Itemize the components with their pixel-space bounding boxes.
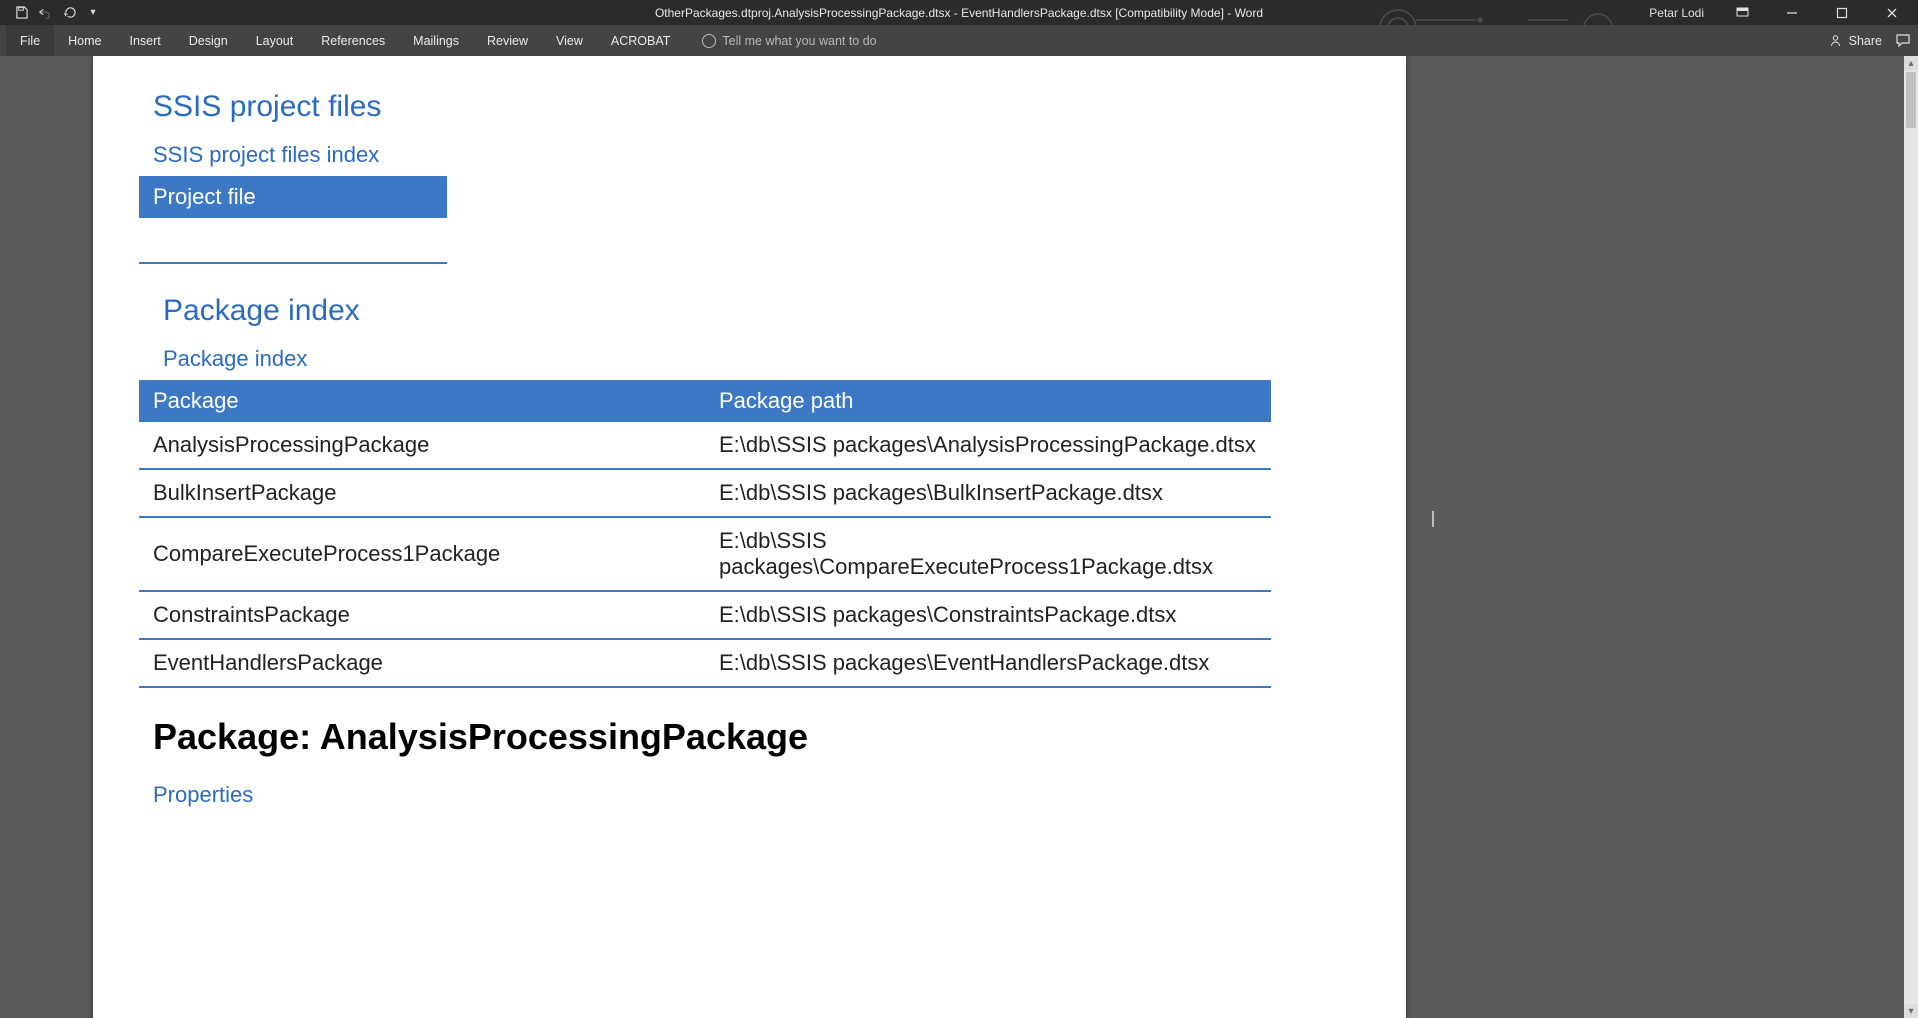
- cell-package-name: CompareExecuteProcess1Package: [139, 517, 705, 591]
- cell-package-path: E:\db\SSIS packages\BulkInsertPackage.dt…: [705, 469, 1271, 517]
- comments-icon[interactable]: [1896, 34, 1910, 48]
- cell-package-name: BulkInsertPackage: [139, 469, 705, 517]
- project-file-header-cell: Project file: [139, 176, 447, 218]
- cell-package-path: E:\db\SSIS packages\ConstraintsPackage.d…: [705, 591, 1271, 639]
- cell-package-name: AnalysisProcessingPackage: [139, 422, 705, 469]
- tab-design[interactable]: Design: [175, 25, 242, 56]
- heading-ssis-project-files: SSIS project files: [153, 90, 1382, 124]
- minimize-icon[interactable]: [1774, 0, 1810, 25]
- table-row: CompareExecuteProcess1Package E:\db\SSIS…: [139, 517, 1271, 591]
- tab-review[interactable]: Review: [473, 25, 542, 56]
- section-divider: [139, 262, 447, 264]
- quick-access-toolbar: ▾: [0, 6, 100, 20]
- tab-references[interactable]: References: [307, 25, 399, 56]
- th-package-path: Package path: [705, 380, 1271, 422]
- project-file-table: Project file: [139, 176, 447, 218]
- table-row: BulkInsertPackage E:\db\SSIS packages\Bu…: [139, 469, 1271, 517]
- lightbulb-icon: [702, 34, 716, 48]
- titlebar: ▾ OtherPackages.dtproj.AnalysisProcessin…: [0, 0, 1918, 25]
- heading-package-index-sub: Package index: [163, 346, 1392, 372]
- heading-package-detail: Package: AnalysisProcessingPackage: [107, 716, 1392, 758]
- heading-ssis-project-files-index: SSIS project files index: [153, 142, 1382, 168]
- tab-layout[interactable]: Layout: [242, 25, 308, 56]
- table-row: ConstraintsPackage E:\db\SSIS packages\C…: [139, 591, 1271, 639]
- share-icon: [1829, 34, 1843, 48]
- tell-me-search[interactable]: Tell me what you want to do: [702, 34, 876, 48]
- tab-file[interactable]: File: [6, 25, 54, 56]
- ribbon-display-options-icon[interactable]: [1724, 0, 1760, 25]
- cell-package-path: E:\db\SSIS packages\EventHandlersPackage…: [705, 639, 1271, 687]
- close-icon[interactable]: [1874, 0, 1910, 25]
- th-package: Package: [139, 380, 705, 422]
- scroll-down-icon[interactable]: ▾: [1904, 1004, 1918, 1018]
- table-row: AnalysisProcessingPackage E:\db\SSIS pac…: [139, 422, 1271, 469]
- scrollbar-thumb[interactable]: [1906, 72, 1916, 128]
- document-viewport[interactable]: SSIS project files SSIS project files in…: [0, 56, 1904, 1018]
- table-row: EventHandlersPackage E:\db\SSIS packages…: [139, 639, 1271, 687]
- tab-view[interactable]: View: [542, 25, 597, 56]
- account-user[interactable]: Petar Lodi: [1649, 6, 1710, 20]
- text-cursor: [1432, 511, 1434, 527]
- cell-package-name: EventHandlersPackage: [139, 639, 705, 687]
- maximize-icon[interactable]: [1824, 0, 1860, 25]
- tab-home[interactable]: Home: [54, 25, 115, 56]
- tell-me-placeholder: Tell me what you want to do: [722, 34, 876, 48]
- heading-package-index: Package index: [163, 294, 1392, 328]
- vertical-scrollbar[interactable]: ▴ ▾: [1904, 56, 1918, 1018]
- window-title: OtherPackages.dtproj.AnalysisProcessingP…: [0, 6, 1918, 20]
- heading-properties: Properties: [107, 782, 1392, 808]
- cell-package-path: E:\db\SSIS packages\AnalysisProcessingPa…: [705, 422, 1271, 469]
- tab-mailings[interactable]: Mailings: [399, 25, 473, 56]
- table-header-row: Package Package path: [139, 380, 1271, 422]
- cell-package-path: E:\db\SSIS packages\CompareExecuteProces…: [705, 517, 1271, 591]
- share-label: Share: [1849, 34, 1882, 48]
- qat-customize-icon[interactable]: ▾: [86, 6, 100, 20]
- share-button[interactable]: Share: [1829, 34, 1882, 48]
- scrollbar-track[interactable]: [1904, 70, 1918, 1004]
- tab-insert[interactable]: Insert: [116, 25, 175, 56]
- undo-icon[interactable]: [38, 6, 52, 20]
- cell-package-name: ConstraintsPackage: [139, 591, 705, 639]
- save-icon[interactable]: [14, 6, 28, 20]
- document-page[interactable]: SSIS project files SSIS project files in…: [93, 56, 1406, 1018]
- redo-icon[interactable]: [62, 6, 76, 20]
- tab-acrobat[interactable]: ACROBAT: [597, 25, 685, 56]
- package-index-table: Package Package path AnalysisProcessingP…: [139, 380, 1271, 688]
- scroll-up-icon[interactable]: ▴: [1904, 56, 1918, 70]
- ribbon: File Home Insert Design Layout Reference…: [0, 25, 1918, 56]
